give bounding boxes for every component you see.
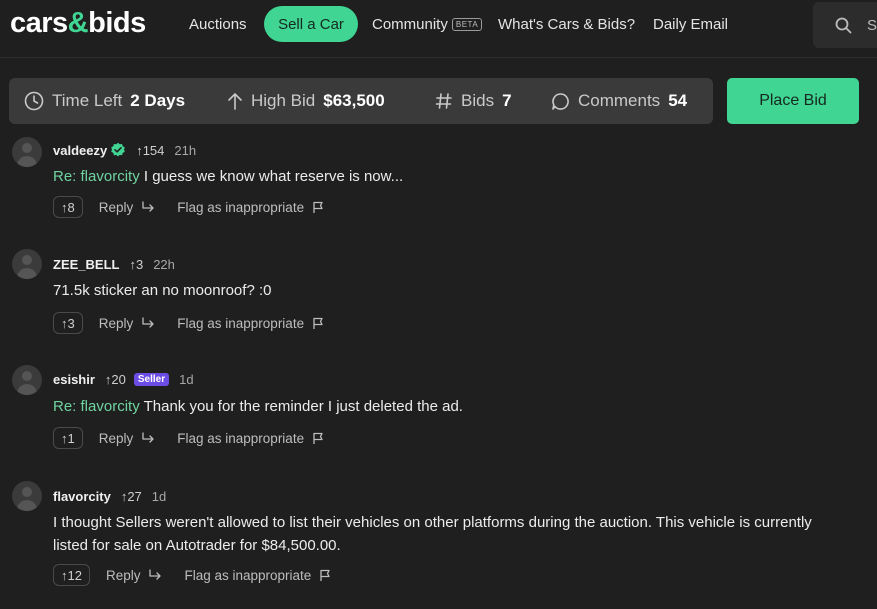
bids-value: 7: [502, 91, 512, 110]
auction-stats-bar: Time Left 2 Days High Bid $63,500 Bids 7…: [9, 78, 713, 124]
upvote-button[interactable]: ↑12: [53, 564, 90, 586]
nav-auctions[interactable]: Auctions: [189, 16, 247, 33]
comment-username[interactable]: esishir: [53, 372, 95, 387]
place-bid-button[interactable]: Place Bid: [727, 78, 859, 124]
comment-meta: flavorcity ↑27 1d: [53, 489, 166, 504]
high-bid-label: High Bid: [251, 91, 316, 110]
reply-button[interactable]: Reply: [99, 316, 156, 331]
comment-text: I guess we know what reserve is now...: [139, 168, 404, 185]
comments-label: Comments: [578, 91, 661, 110]
comment-meta: esishir ↑20 Seller 1d: [53, 372, 194, 387]
comment-meta: valdeezy ↑154 21h: [53, 142, 196, 158]
seller-badge: Seller: [133, 373, 170, 386]
nav-community-label: Community: [372, 16, 448, 33]
flag-button[interactable]: Flag as inappropriate: [184, 568, 331, 583]
nav-community[interactable]: Community BETA: [372, 16, 483, 33]
search-icon: [835, 17, 852, 34]
sell-a-car-button[interactable]: Sell a Car: [264, 6, 358, 42]
upvote-button[interactable]: ↑8: [53, 196, 83, 218]
reply-arrow-icon: [149, 569, 162, 580]
avatar[interactable]: [12, 481, 42, 511]
reply-arrow-icon: [142, 317, 154, 328]
upvote-button[interactable]: ↑3: [53, 312, 83, 334]
reply-label: Reply: [98, 199, 134, 215]
comment-username[interactable]: flavorcity: [53, 489, 111, 504]
logo-ampersand: &: [67, 7, 89, 39]
avatar[interactable]: [12, 137, 42, 167]
comment-bubble-icon: [552, 92, 569, 110]
reply-label: Reply: [98, 430, 134, 446]
flag-label: Flag as inappropriate: [177, 199, 305, 215]
comment-timestamp: 21h: [174, 142, 197, 158]
comment-reputation: ↑27: [120, 489, 142, 504]
comment-reputation: ↑20: [104, 372, 126, 387]
reply-label: Reply: [98, 315, 134, 331]
flag-icon: [313, 317, 323, 329]
arrow-up-icon: [228, 93, 242, 110]
avatar[interactable]: [12, 365, 42, 395]
logo-cars: cars: [10, 7, 68, 39]
flag-icon: [320, 569, 330, 581]
time-left-label: Time Left: [52, 91, 123, 110]
high-bid-stat: High Bid $63,500: [227, 91, 385, 111]
comment-timestamp: 1d: [151, 489, 167, 504]
bids-stat: Bids 7: [435, 91, 512, 111]
upvote-button[interactable]: ↑1: [53, 427, 83, 449]
comment-reputation: ↑3: [129, 257, 144, 272]
flag-button[interactable]: Flag as inappropriate: [177, 200, 324, 215]
search-placeholder: S: [867, 17, 877, 34]
flag-icon: [313, 432, 323, 444]
clock-icon: [24, 91, 44, 111]
reply-arrow-icon: [142, 432, 154, 443]
reply-button[interactable]: Reply: [99, 431, 156, 446]
time-left-stat: Time Left 2 Days: [24, 91, 185, 111]
high-bid-value: $63,500: [323, 91, 385, 110]
comment-meta: ZEE_BELL ↑3 22h: [53, 257, 175, 272]
comment-username[interactable]: valdeezy: [53, 143, 107, 158]
comment-username[interactable]: ZEE_BELL: [53, 257, 119, 272]
comment-body: Re: flavorcity I guess we know what rese…: [53, 165, 843, 188]
flag-label: Flag as inappropriate: [177, 430, 305, 446]
time-left-value: 2 Days: [130, 91, 186, 110]
flag-label: Flag as inappropriate: [184, 567, 312, 583]
comment-actions: ↑3 Reply Flag as inappropriate: [53, 312, 324, 334]
site-logo[interactable]: cars&bids: [10, 7, 146, 40]
flag-button[interactable]: Flag as inappropriate: [177, 316, 324, 331]
comment-body: I thought Sellers weren't allowed to lis…: [53, 511, 843, 557]
flag-label: Flag as inappropriate: [177, 315, 305, 331]
comment-actions: ↑8 Reply Flag as inappropriate: [53, 196, 324, 218]
comment-actions: ↑12 Reply Flag as inappropriate: [53, 564, 331, 586]
comment-text: Thank you for the reminder I just delete…: [139, 398, 463, 415]
hash-icon: [435, 93, 452, 109]
flag-button[interactable]: Flag as inappropriate: [177, 431, 324, 446]
reply-arrow-icon: [142, 201, 154, 212]
reply-to-link[interactable]: Re: flavorcity: [53, 398, 140, 415]
comment-text: 71.5k sticker an no moonroof? :0: [53, 282, 272, 299]
reply-label: Reply: [105, 567, 141, 583]
nav-daily-email[interactable]: Daily Email: [653, 16, 728, 33]
comment-text: I thought Sellers weren't allowed to lis…: [53, 514, 812, 554]
bids-label: Bids: [461, 91, 495, 110]
reply-button[interactable]: Reply: [99, 200, 156, 215]
comment-body: 71.5k sticker an no moonroof? :0: [53, 279, 843, 302]
comment-body: Re: flavorcity Thank you for the reminde…: [53, 395, 843, 418]
comment-actions: ↑1 Reply Flag as inappropriate: [53, 427, 324, 449]
comment-timestamp: 1d: [179, 372, 194, 387]
top-nav: cars&bids Auctions Sell a Car Community B…: [0, 0, 877, 58]
reply-button[interactable]: Reply: [106, 568, 163, 583]
comment-reputation: ↑154: [136, 142, 165, 158]
comments-stat[interactable]: Comments 54: [551, 91, 687, 111]
logo-bids: bids: [88, 7, 146, 39]
search-input[interactable]: S: [813, 2, 877, 48]
beta-badge: BETA: [451, 18, 483, 31]
flag-icon: [313, 201, 323, 213]
verified-badge-icon: [111, 142, 126, 157]
comment-timestamp: 22h: [153, 257, 175, 272]
comments-value: 54: [668, 91, 688, 110]
avatar[interactable]: [12, 249, 42, 279]
nav-whats-cars-and-bids[interactable]: What's Cars & Bids?: [498, 16, 635, 33]
reply-to-link[interactable]: Re: flavorcity: [53, 168, 140, 185]
